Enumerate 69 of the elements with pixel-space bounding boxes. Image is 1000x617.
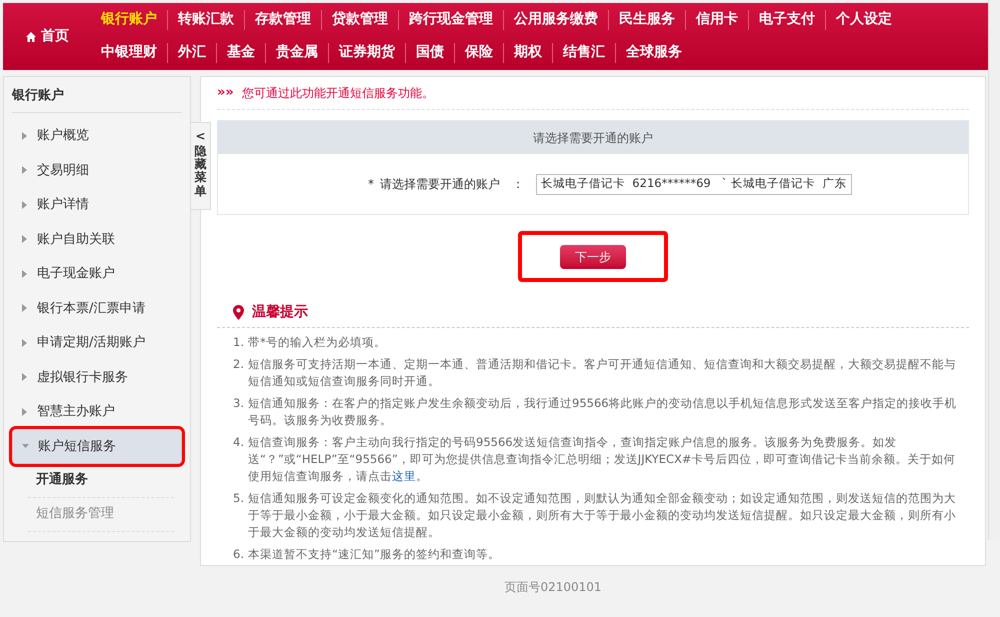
nav-tab[interactable]: 国债 <box>406 42 454 63</box>
sidebar-item[interactable]: 账户概览 <box>12 118 182 153</box>
tip-text: 带*号的输入栏为必填项。 <box>248 334 386 351</box>
caret-down-icon <box>22 442 29 450</box>
nav-tab[interactable]: 跨行现金管理 <box>399 9 503 30</box>
here-link[interactable]: 这里 <box>392 469 416 483</box>
nav-tab[interactable]: 中银理财 <box>91 42 167 63</box>
nav-tab[interactable]: 贷款管理 <box>322 9 398 30</box>
hide-menu-tab[interactable]: < 隐藏菜单 <box>191 122 211 210</box>
nav-tab[interactable]: 证券期货 <box>329 42 405 63</box>
home-icon <box>25 30 37 42</box>
sidebar-item[interactable]: 电子现金账户 <box>12 256 182 291</box>
nav-tab[interactable]: 基金 <box>217 42 265 63</box>
nav-tab[interactable]: 民生服务 <box>609 9 685 30</box>
sidebar-item[interactable]: 银行本票/汇票申请 <box>12 291 182 326</box>
sidebar-item[interactable]: 交易明细 <box>12 153 182 188</box>
nav-tab[interactable]: 公用服务缴费 <box>504 9 608 30</box>
tip-number: 6. <box>233 546 245 563</box>
next-button[interactable]: 下一步 <box>560 244 626 268</box>
tip-text: 短信通知服务：在客户的指定账户发生余额变动后，我行通过95566将此账户的变动信息以手机短信息形式发送至客户指定的接收手机号码。该服务为收费服务。 <box>248 395 958 429</box>
sidebar-subitem[interactable]: 开通服务 <box>28 464 174 498</box>
nav-tab[interactable]: 转账汇款 <box>168 9 244 30</box>
label-colon: ： <box>512 176 524 193</box>
nav-tab[interactable]: 保险 <box>455 42 503 63</box>
caret-right-icon <box>21 166 28 174</box>
tip-text: 短信服务可支持活期一本通、定期一本通、普通活期和借记卡。客户可开通短信通知、短信查询和大额交易提醒，大额交易提醒不能与短信通知或短信查询服务同时开通。 <box>248 356 957 390</box>
caret-right-icon <box>21 338 28 347</box>
tip-number: 4. <box>233 434 245 451</box>
tip-text: 本渠道暂不支持“速汇知”服务的签约和查询等。 <box>248 546 500 563</box>
nav-tab[interactable]: 贵金属 <box>266 42 328 63</box>
nav-tab[interactable]: 银行账户 <box>91 9 167 30</box>
account-select[interactable]: 长城电子借记卡 6216******69 ` 长城电子借记卡 广东 <box>536 174 852 194</box>
caret-right-icon <box>21 200 28 209</box>
nav-tab[interactable]: 结售汇 <box>553 42 615 63</box>
caret-right-icon <box>21 132 28 140</box>
tip-number: 2. <box>233 356 245 373</box>
sidebar-item[interactable]: 申请定期/活期账户 <box>12 326 182 360</box>
sidebar-item[interactable]: 账户详情 <box>12 188 182 222</box>
page-number: 页面号02100101 <box>503 579 603 596</box>
tips-title: 温馨提示 <box>252 302 308 322</box>
sidebar-item[interactable]: 虚拟银行卡服务 <box>12 360 182 394</box>
home-tab[interactable]: 首页 <box>3 3 91 70</box>
caret-right-icon <box>21 408 28 416</box>
nav-tab[interactable]: 电子支付 <box>749 9 825 30</box>
caret-right-icon <box>21 304 28 312</box>
account-label: 请选择需要开通的账户 <box>380 176 500 193</box>
caret-right-icon <box>21 270 28 278</box>
nav-tab[interactable]: 存款管理 <box>245 9 321 30</box>
nav-tab[interactable]: 外汇 <box>168 42 216 63</box>
tip-text: 短信查询服务：客户主动向我行指定的号码95566发送短信查询指令，查询指定账户信息的服务。该服务为免费服务。如发送“？”或“HELP”至“95566”，即可为您提供信息查询指令汇总明细；发送JJKYECX#卡号后四位，即可查询借记卡当前余额。关于如何使用短信查询服务，请点击这里。 <box>248 434 957 485</box>
nav-tab[interactable]: 期权 <box>504 42 552 63</box>
tip-text: 短信通知服务可设定金额变化的通知范围。如不设定通知范围，则默认为通知全部金额变动；如设定通知范围，则发送短信的范围为大于等于最小金额，小于最大金额。如只设定最小金额，则所有大于等于最小金额的变动均发送短信提醒。如只设定最大金额，则所有小于最大金额的变动均发送短信提醒。 <box>248 490 957 541</box>
sidebar-title: 银行账户 <box>12 77 182 112</box>
nav-tab[interactable]: 信用卡 <box>686 9 748 30</box>
sidebar-subitem[interactable]: 短信服务管理 <box>28 498 174 532</box>
location-pin-icon <box>233 304 244 320</box>
sidebar-item[interactable]: 账户自助关联 <box>12 222 182 256</box>
caret-right-icon <box>21 235 28 244</box>
nav-tab[interactable]: 全球服务 <box>616 42 692 63</box>
notice-arrows: »» <box>217 84 234 102</box>
tip-number: 1. <box>233 334 245 351</box>
nav-tab[interactable]: 个人设定 <box>826 9 902 30</box>
tip-number: 3. <box>233 395 245 412</box>
caret-right-icon <box>21 373 28 382</box>
required-mark: * <box>368 176 374 193</box>
form-header: 请选择需要开通的账户 <box>218 121 968 154</box>
notice-text: 您可通过此功能开通短信服务功能。 <box>242 85 434 102</box>
tip-number: 5. <box>233 490 245 507</box>
sidebar-item[interactable]: 智慧主办账户 <box>12 394 182 429</box>
